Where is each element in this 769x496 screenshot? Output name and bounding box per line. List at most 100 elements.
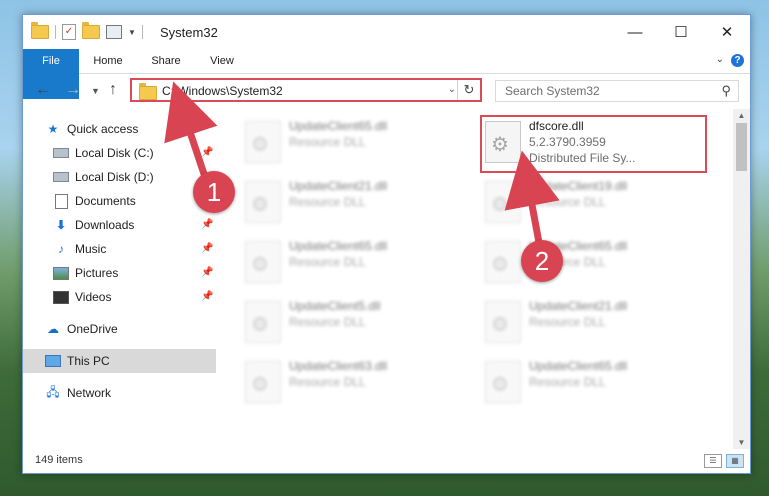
list-item[interactable]: UpdateClient65.dll Resource DLL xyxy=(479,235,699,285)
vertical-scrollbar[interactable]: ▲ ▼ xyxy=(733,109,750,449)
scroll-down-arrow-icon[interactable]: ▼ xyxy=(733,438,750,447)
network-icon: 🖧 xyxy=(46,384,60,399)
window-title: System32 xyxy=(160,25,218,40)
details-view-icon[interactable]: ☰ xyxy=(704,454,722,468)
star-icon: ★ xyxy=(47,122,59,136)
sidebar-item-onedrive[interactable]: ☁ OneDrive xyxy=(45,317,238,341)
dll-file-icon xyxy=(245,121,281,163)
list-item[interactable]: UpdateClient21.dll Resource DLL xyxy=(239,175,459,225)
file-explorer-window: ✓ ▼ System32 — ☐ ✕ File Home Share View … xyxy=(22,14,751,474)
sidebar-item-label: Quick access xyxy=(67,122,139,136)
sidebar-item-label: Videos xyxy=(75,290,112,304)
forward-arrow-icon[interactable]: → xyxy=(65,81,81,99)
cloud-icon: ☁ xyxy=(47,322,59,336)
sidebar-item-label: This PC xyxy=(67,354,110,368)
sidebar-item-label: Local Disk (D:) xyxy=(75,170,154,184)
view-switcher: ☰ ▦ xyxy=(704,454,744,468)
dll-file-icon xyxy=(485,301,521,343)
dll-file-icon xyxy=(245,361,281,403)
folder-icon xyxy=(31,22,49,39)
sidebar-item-videos[interactable]: Videos xyxy=(53,285,246,309)
address-dropdown-chevron-icon[interactable]: ⌄ xyxy=(448,84,456,95)
separator xyxy=(55,25,56,39)
refresh-icon[interactable]: ↻ xyxy=(457,80,480,100)
search-icon[interactable]: ⚲ xyxy=(721,83,731,99)
window-controls: — ☐ ✕ xyxy=(612,15,750,49)
sidebar-item-label: Network xyxy=(67,386,112,400)
help-button[interactable]: ? xyxy=(731,54,744,67)
step-1-badge: 1 xyxy=(193,171,235,213)
list-item[interactable]: UpdateClient65.dll Resource DLL xyxy=(239,115,459,165)
list-item[interactable]: UpdateClient5.dll Resource DLL xyxy=(239,295,459,345)
new-folder-icon[interactable] xyxy=(82,22,100,39)
sidebar-item-label: OneDrive xyxy=(67,322,118,336)
sidebar-item-downloads[interactable]: ⬇ Downloads xyxy=(53,213,246,237)
title-bar: ✓ ▼ System32 — ☐ ✕ xyxy=(23,15,750,49)
list-item[interactable]: UpdateClient21.dll Resource DLL xyxy=(479,295,699,345)
navigation-bar: ← → ▼ ↑ C:\Windows\System32 ⌄ ↻ Search S… xyxy=(23,73,750,109)
folder-icon xyxy=(139,83,157,100)
pin-icon[interactable]: 📌 xyxy=(201,291,213,302)
dll-file-icon xyxy=(485,361,521,403)
sidebar-item-this-pc[interactable]: This PC xyxy=(23,349,216,373)
close-button[interactable]: ✕ xyxy=(704,15,750,49)
customize-toolbar-chevron-icon[interactable]: ▼ xyxy=(128,28,136,37)
item-count: 149 items xyxy=(35,454,83,466)
pin-icon[interactable]: 📌 xyxy=(201,243,213,254)
properties-icon[interactable] xyxy=(106,25,122,39)
dll-file-icon xyxy=(245,181,281,223)
dll-file-icon xyxy=(485,181,521,223)
recent-locations-chevron-icon[interactable]: ▼ xyxy=(91,86,100,96)
scroll-up-arrow-icon[interactable]: ▲ xyxy=(733,111,750,120)
back-arrow-icon[interactable]: ← xyxy=(35,81,51,99)
sidebar-item-pictures[interactable]: Pictures xyxy=(53,261,246,285)
sidebar-item-label: Pictures xyxy=(75,266,119,280)
address-path[interactable]: C:\Windows\System32 xyxy=(162,84,283,98)
properties-checkmark-icon[interactable]: ✓ xyxy=(62,24,76,40)
expand-ribbon-chevron-icon[interactable]: ⌄ xyxy=(716,54,724,65)
sidebar-item-label: Music xyxy=(75,242,107,256)
list-item[interactable]: UpdateClient19.dll Resource DLL xyxy=(479,175,699,225)
pictures-icon xyxy=(53,266,69,280)
search-box[interactable]: Search System32 ⚲ xyxy=(495,80,739,102)
tab-share[interactable]: Share xyxy=(141,49,191,73)
sidebar-item-label: Documents xyxy=(75,194,136,208)
tab-home[interactable]: Home xyxy=(83,49,133,73)
quick-access-toolbar: ✓ ▼ xyxy=(31,22,143,40)
dll-file-icon xyxy=(245,301,281,343)
sidebar-item-label: Local Disk (C:) xyxy=(75,146,154,160)
scrollbar-thumb[interactable] xyxy=(736,123,747,171)
maximize-button[interactable]: ☐ xyxy=(658,15,704,49)
large-icons-view-icon[interactable]: ▦ xyxy=(726,454,744,468)
navigation-pane: ★ Quick access Local Disk (C:) 📌 Local D… xyxy=(23,109,221,449)
up-arrow-icon[interactable]: ↑ xyxy=(109,81,117,99)
pin-icon[interactable]: 📌 xyxy=(201,147,213,158)
computer-icon xyxy=(45,355,61,367)
drive-icon xyxy=(53,148,69,158)
status-bar: 149 items ☰ ▦ xyxy=(23,449,750,473)
highlight-box-target-file xyxy=(480,115,707,173)
minimize-button[interactable]: — xyxy=(612,15,658,49)
tab-view[interactable]: View xyxy=(199,49,245,73)
list-item[interactable]: UpdateClient65.dll Resource DLL xyxy=(239,235,459,285)
documents-icon xyxy=(54,193,68,209)
sidebar-item-network[interactable]: 🖧 Network xyxy=(45,381,238,405)
music-icon: ♪ xyxy=(58,242,64,256)
dll-file-icon xyxy=(485,241,521,283)
search-input[interactable]: Search System32 xyxy=(505,84,600,98)
pin-icon[interactable]: 📌 xyxy=(201,219,213,230)
download-icon: ⬇ xyxy=(55,218,67,232)
sidebar-item-local-disk-c[interactable]: Local Disk (C:) xyxy=(53,141,246,165)
videos-icon xyxy=(53,290,69,304)
separator xyxy=(141,25,143,39)
list-item[interactable]: UpdateClient63.dll Resource DLL xyxy=(239,355,459,405)
list-item[interactable]: UpdateClient65.dll Resource DLL xyxy=(479,355,699,405)
address-bar[interactable]: C:\Windows\System32 ⌄ ↻ xyxy=(130,78,482,102)
sidebar-item-music[interactable]: ♪ Music xyxy=(53,237,246,261)
sidebar-item-quick-access[interactable]: ★ Quick access xyxy=(45,117,238,141)
step-2-badge: 2 xyxy=(521,240,563,282)
ribbon-tabs: File Home Share View ⌄ ? xyxy=(23,49,750,99)
pin-icon[interactable]: 📌 xyxy=(201,267,213,278)
sidebar-item-label: Downloads xyxy=(75,218,135,232)
dll-file-icon xyxy=(245,241,281,283)
